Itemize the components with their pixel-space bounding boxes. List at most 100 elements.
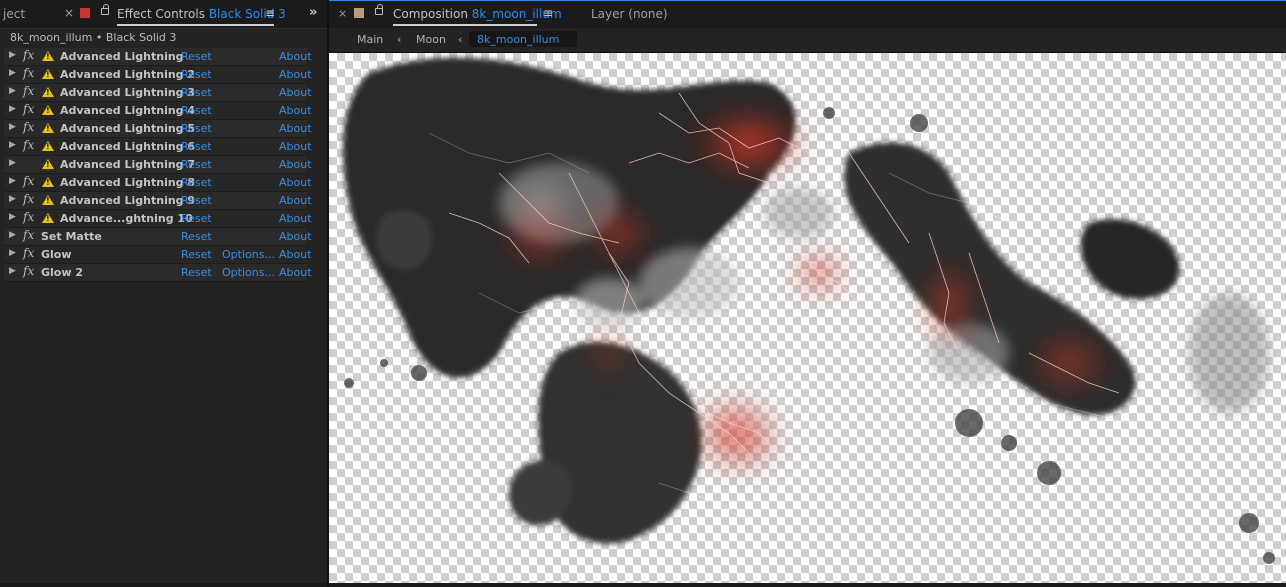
effect-row[interactable]: ▶ fx Advanced Lightning 8Reset About [4,174,312,192]
effect-row[interactable]: ▶ fx Advanced Lightning 6Reset About [4,138,312,156]
panel-bottom-edge [329,583,1286,587]
reset-link[interactable]: Reset [181,248,212,261]
reset-link[interactable]: Reset [181,212,212,225]
panel-menu-icon[interactable]: ≡ [265,6,275,20]
effect-row[interactable]: ▶ fx Advanced Lightning 9Reset About [4,192,312,210]
options-link[interactable]: Options... [222,248,275,261]
fx-toggle-icon[interactable]: fx [23,192,34,206]
tab-effect-controls[interactable]: Effect Controls Black Solid 3 [117,7,286,21]
about-link[interactable]: About [279,122,312,135]
effect-row[interactable]: ▶ fx Advanced Lightning 5Reset About [4,120,312,138]
fx-toggle-icon[interactable]: fx [23,48,34,62]
reset-link[interactable]: Reset [181,158,212,171]
about-link[interactable]: About [279,86,312,99]
active-tab-underline [117,24,274,26]
expand-triangle-icon[interactable]: ▶ [9,248,16,258]
about-link[interactable]: About [279,248,312,261]
reset-link[interactable]: Reset [181,50,212,63]
about-link[interactable]: About [279,140,312,153]
reset-link[interactable]: Reset [181,266,212,279]
expand-triangle-icon[interactable]: ▶ [9,104,16,114]
fx-toggle-icon[interactable]: fx [23,228,34,242]
expand-triangle-icon[interactable]: ▶ [9,176,16,186]
effect-name: Advanced Lightning 4 [60,104,196,117]
lock-icon[interactable] [101,4,109,15]
expand-triangle-icon[interactable]: ▶ [9,140,16,150]
reset-link[interactable]: Reset [181,122,212,135]
fx-toggle-icon[interactable]: fx [23,138,34,152]
project-tab[interactable]: ject [3,7,25,21]
reset-link[interactable]: Reset [181,104,212,117]
expand-panels-icon[interactable]: » [309,5,317,20]
composition-viewer[interactable] [329,53,1286,583]
expand-triangle-icon[interactable]: ▶ [9,230,16,240]
tab-composition-label: Composition [393,7,468,21]
reset-link[interactable]: Reset [181,230,212,243]
reset-link[interactable]: Reset [181,194,212,207]
panel-menu-icon[interactable]: ≡ [543,6,553,20]
breadcrumb-current[interactable]: 8k_moon_illum [469,31,577,47]
reset-link[interactable]: Reset [181,68,212,81]
fx-toggle-icon[interactable]: fx [23,246,34,260]
tab-composition[interactable]: Composition 8k_moon_illum [393,7,562,21]
about-link[interactable]: About [279,104,312,117]
warning-icon [42,51,54,61]
panel-bottom-edge [0,583,327,587]
tab-layer[interactable]: Layer (none) [591,7,668,21]
expand-triangle-icon[interactable]: ▶ [9,266,16,276]
expand-triangle-icon[interactable]: ▶ [9,86,16,96]
lock-icon[interactable] [375,4,383,15]
about-link[interactable]: About [279,176,312,189]
warning-icon [42,213,54,223]
close-icon[interactable]: × [64,6,74,20]
about-link[interactable]: About [279,68,312,81]
fx-toggle-icon[interactable]: fx [23,210,34,224]
options-link[interactable]: Options... [222,266,275,279]
composition-panel: × Composition 8k_moon_illum ≡ Layer (non… [329,0,1286,587]
expand-triangle-icon[interactable]: ▶ [9,50,16,60]
breadcrumb-moon[interactable]: Moon [416,33,446,46]
expand-triangle-icon[interactable]: ▶ [9,212,16,222]
effect-row[interactable]: ▶ fx Glow 2 Reset Options... About [4,264,312,282]
fx-toggle-icon[interactable]: fx [23,66,34,80]
expand-triangle-icon[interactable]: ▶ [9,122,16,132]
about-link[interactable]: About [279,158,312,171]
breadcrumb-main[interactable]: Main [357,33,383,46]
composition-tabbar: × Composition 8k_moon_illum ≡ Layer (non… [329,0,1286,28]
fx-toggle-icon[interactable]: fx [23,102,34,116]
effect-row[interactable]: ▶ fx Advanced Lightning 3Reset About [4,84,312,102]
close-icon[interactable]: × [338,7,347,20]
breadcrumb-current-label: 8k_moon_illum [477,33,560,46]
effect-name: Advanced Lightning 9 [60,194,196,207]
chevron-left-icon: ‹ [458,33,463,46]
expand-triangle-icon[interactable]: ▶ [9,194,16,204]
about-link[interactable]: About [279,212,312,225]
about-link[interactable]: About [279,230,312,243]
effects-list: ▶fxAdvanced LightningResetAbout▶fxAdvanc… [4,48,312,282]
expand-triangle-icon[interactable]: ▶ [9,158,16,168]
effect-name: Advanced Lightning 6 [60,140,196,153]
about-link[interactable]: About [279,266,312,279]
warning-icon [42,159,54,169]
reset-link[interactable]: Reset [181,176,212,189]
effect-name: Advanced Lightning 3 [60,86,196,99]
effect-row[interactable]: ▶ fx Advanced LightningReset About [4,48,312,66]
effect-row[interactable]: ▶ fx Glow Reset Options... About [4,246,312,264]
fx-toggle-icon[interactable]: fx [23,174,34,188]
fx-toggle-icon[interactable]: fx [23,84,34,98]
panel-focus-highlight [329,0,1286,1]
warning-icon [42,177,54,187]
effect-row[interactable]: ▶ fx Set Matte Reset About [4,228,312,246]
effect-row[interactable]: ▶ fx Advanced Lightning 2Reset About [4,66,312,84]
fx-toggle-icon[interactable]: fx [23,264,34,278]
fx-toggle-icon[interactable]: fx [23,120,34,134]
warning-icon [42,195,54,205]
effect-row[interactable]: ▶ Advanced Lightning 7Reset About [4,156,312,174]
effect-row[interactable]: ▶ fx Advanced Lightning 4Reset About [4,102,312,120]
expand-triangle-icon[interactable]: ▶ [9,68,16,78]
reset-link[interactable]: Reset [181,86,212,99]
effect-row[interactable]: ▶ fx Advance...ghtning 10Reset About [4,210,312,228]
reset-link[interactable]: Reset [181,140,212,153]
about-link[interactable]: About [279,50,312,63]
about-link[interactable]: About [279,194,312,207]
